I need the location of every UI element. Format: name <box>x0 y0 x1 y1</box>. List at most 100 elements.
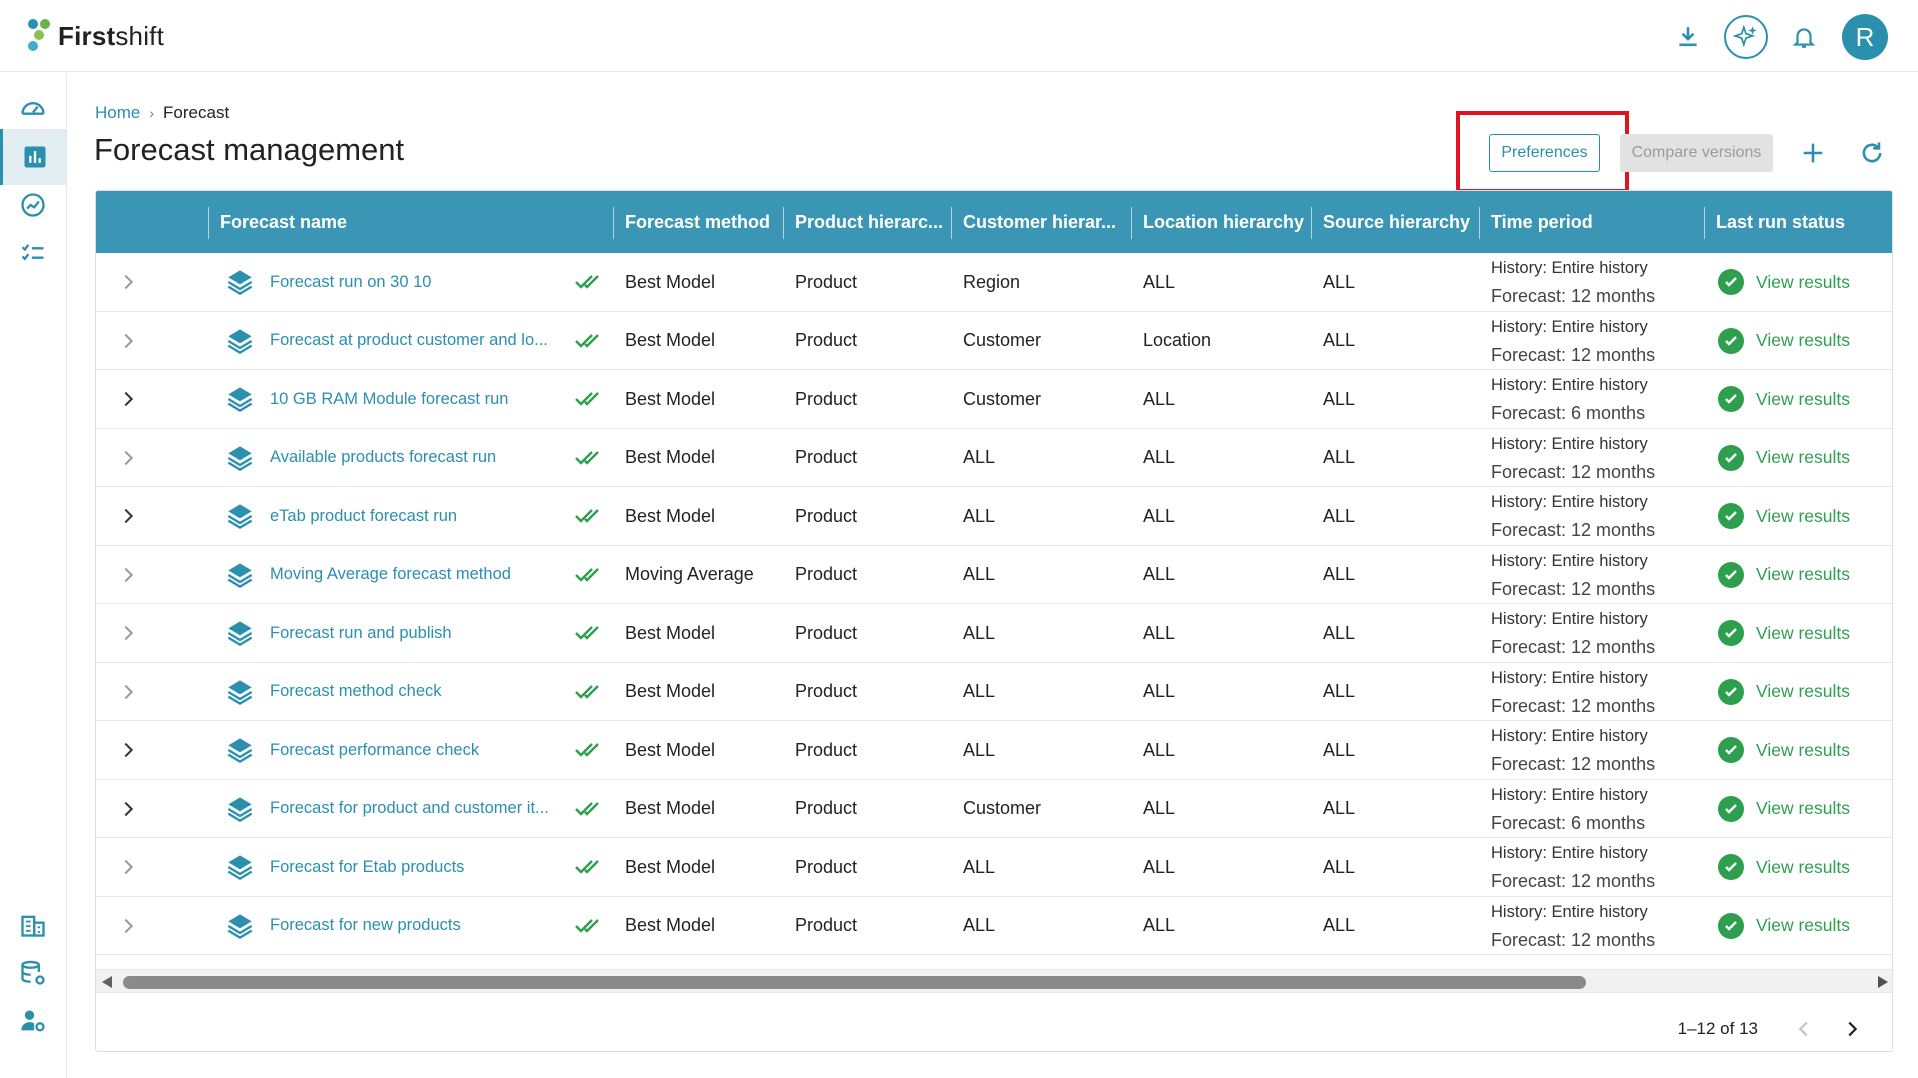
customer-hierarchy-cell: ALL <box>963 681 996 701</box>
view-results-link[interactable]: View results <box>1756 740 1850 761</box>
scrollbar-thumb[interactable] <box>123 976 1586 989</box>
table-row[interactable]: Forecast for new products Best Model Pro… <box>96 897 1892 955</box>
forecast-name-link[interactable]: Forecast for Etab products <box>270 838 560 896</box>
history-text: History: Entire history <box>1491 434 1648 453</box>
forecast-name-link[interactable]: 10 GB RAM Module forecast run <box>270 370 560 428</box>
location-hierarchy-cell: ALL <box>1143 856 1176 877</box>
expand-row-button[interactable] <box>114 678 142 706</box>
double-check-icon <box>575 509 599 523</box>
view-results-link[interactable]: View results <box>1756 272 1850 293</box>
layers-icon <box>227 445 253 471</box>
view-results-link[interactable]: View results <box>1756 681 1850 702</box>
expand-row-button[interactable] <box>114 327 142 355</box>
forecast-method-cell: Best Model <box>625 681 716 701</box>
nav-tasks[interactable] <box>0 225 66 281</box>
product-hierarchy-cell: Product <box>795 271 858 292</box>
top-bar: Firstshift R <box>0 0 1918 72</box>
table-row[interactable]: Moving Average forecast method Moving Av… <box>96 546 1892 604</box>
compare-versions-button[interactable]: Compare versions <box>1620 134 1773 172</box>
view-results-link[interactable]: View results <box>1756 857 1850 878</box>
expand-row-button[interactable] <box>114 619 142 647</box>
view-results-link[interactable]: View results <box>1756 330 1850 351</box>
view-results-link[interactable]: View results <box>1756 389 1850 410</box>
history-text: History: Entire history <box>1491 610 1648 628</box>
view-results-link[interactable]: View results <box>1756 506 1850 527</box>
column-header-time-period[interactable]: Time period <box>1479 191 1699 253</box>
forecast-horizon-text: Forecast: 12 months <box>1491 344 1656 365</box>
building-icon <box>21 915 45 937</box>
forecast-method-cell: Best Model <box>625 739 716 760</box>
expand-row-button[interactable] <box>114 795 142 823</box>
success-check-icon <box>1718 854 1744 880</box>
forecast-name-link[interactable]: Forecast for new products <box>270 897 560 955</box>
table-row[interactable]: Forecast for product and customer it... … <box>96 780 1892 838</box>
forecast-name-link[interactable]: eTab product forecast run <box>270 487 560 545</box>
expand-row-button[interactable] <box>114 853 142 881</box>
column-header-customer-hierarchy[interactable]: Customer hierar... <box>951 191 1131 253</box>
forecast-name-link[interactable]: Forecast run on 30 10 <box>270 253 560 311</box>
column-header-location-hierarchy[interactable]: Location hierarchy <box>1131 191 1311 253</box>
nav-user-settings[interactable] <box>0 993 66 1049</box>
forecast-name-link[interactable]: Moving Average forecast method <box>270 546 560 604</box>
column-header-forecast-method[interactable]: Forecast method <box>613 191 783 253</box>
forecast-name-link[interactable]: Forecast performance check <box>270 721 560 779</box>
chevron-right-icon <box>124 801 134 816</box>
product-hierarchy-cell: Product <box>795 915 858 935</box>
left-nav-rail <box>0 73 67 1078</box>
expand-row-button[interactable] <box>114 385 142 413</box>
breadcrumb-home-link[interactable]: Home <box>95 103 140 123</box>
add-forecast-button[interactable] <box>1793 133 1833 173</box>
time-period-cell: History: Entire history Forecast: 6 mont… <box>1491 370 1648 428</box>
source-hierarchy-cell: ALL <box>1323 915 1356 935</box>
forecast-name-link[interactable]: Available products forecast run <box>270 429 560 487</box>
firstshift-logo[interactable]: Firstshift <box>26 18 164 54</box>
expand-row-button[interactable] <box>114 561 142 589</box>
double-check-icon <box>575 860 599 874</box>
source-hierarchy-cell: ALL <box>1323 739 1356 760</box>
notifications-button[interactable] <box>1782 15 1826 59</box>
expand-row-button[interactable] <box>114 444 142 472</box>
view-results-link[interactable]: View results <box>1756 447 1850 468</box>
horizontal-scrollbar[interactable] <box>96 969 1892 993</box>
forecast-horizon-text: Forecast: 12 months <box>1491 286 1656 306</box>
column-header-product-hierarchy[interactable]: Product hierarc... <box>783 191 951 253</box>
column-header-last-run-status[interactable]: Last run status <box>1704 191 1892 253</box>
location-hierarchy-cell: ALL <box>1143 798 1176 818</box>
column-header-source-hierarchy[interactable]: Source hierarchy <box>1311 191 1479 253</box>
table-row[interactable]: Available products forecast run Best Mod… <box>96 429 1892 487</box>
forecast-name-link[interactable]: Forecast for product and customer it... <box>270 780 560 838</box>
table-row[interactable]: Forecast performance check Best Model Pr… <box>96 721 1892 780</box>
forecast-name-link[interactable]: Forecast method check <box>270 663 560 721</box>
preferences-button[interactable]: Preferences <box>1489 134 1600 172</box>
ai-assistant-button[interactable] <box>1724 15 1768 59</box>
previous-page-button[interactable] <box>1784 1009 1824 1049</box>
time-period-cell: History: Entire history Forecast: 12 mon… <box>1491 429 1655 487</box>
view-results-link[interactable]: View results <box>1756 915 1850 936</box>
table-row[interactable]: Forecast run and publish Best Model Prod… <box>96 604 1892 663</box>
double-check-icon <box>575 801 599 816</box>
view-results-link[interactable]: View results <box>1756 623 1850 644</box>
expand-row-button[interactable] <box>114 736 142 764</box>
table-row[interactable]: 10 GB RAM Module forecast run Best Model… <box>96 370 1892 429</box>
forecast-name-link[interactable]: Forecast run and publish <box>270 604 560 662</box>
user-avatar[interactable]: R <box>1842 14 1888 60</box>
table-row[interactable]: Forecast method check Best Model Product… <box>96 663 1892 721</box>
forecast-name-link[interactable]: Forecast at product customer and lo... <box>270 312 560 370</box>
download-button[interactable] <box>1666 15 1710 59</box>
history-text: History: Entire history <box>1491 376 1648 394</box>
expand-row-button[interactable] <box>114 268 142 296</box>
table-row[interactable]: Forecast for Etab products Best Model Pr… <box>96 838 1892 897</box>
scroll-left-arrow[interactable] <box>102 976 112 988</box>
table-row[interactable]: Forecast at product customer and lo... B… <box>96 312 1892 370</box>
scroll-right-arrow[interactable] <box>1878 976 1888 988</box>
source-hierarchy-cell: ALL <box>1323 622 1356 643</box>
expand-row-button[interactable] <box>114 502 142 530</box>
table-row[interactable]: Forecast run on 30 10 Best Model Product… <box>96 253 1892 312</box>
column-header-forecast-name[interactable]: Forecast name <box>208 191 608 253</box>
expand-row-button[interactable] <box>114 912 142 940</box>
refresh-button[interactable] <box>1852 133 1892 173</box>
table-row[interactable]: eTab product forecast run Best Model Pro… <box>96 487 1892 546</box>
next-page-button[interactable] <box>1832 1009 1872 1049</box>
view-results-link[interactable]: View results <box>1756 564 1850 585</box>
view-results-link[interactable]: View results <box>1756 798 1850 819</box>
